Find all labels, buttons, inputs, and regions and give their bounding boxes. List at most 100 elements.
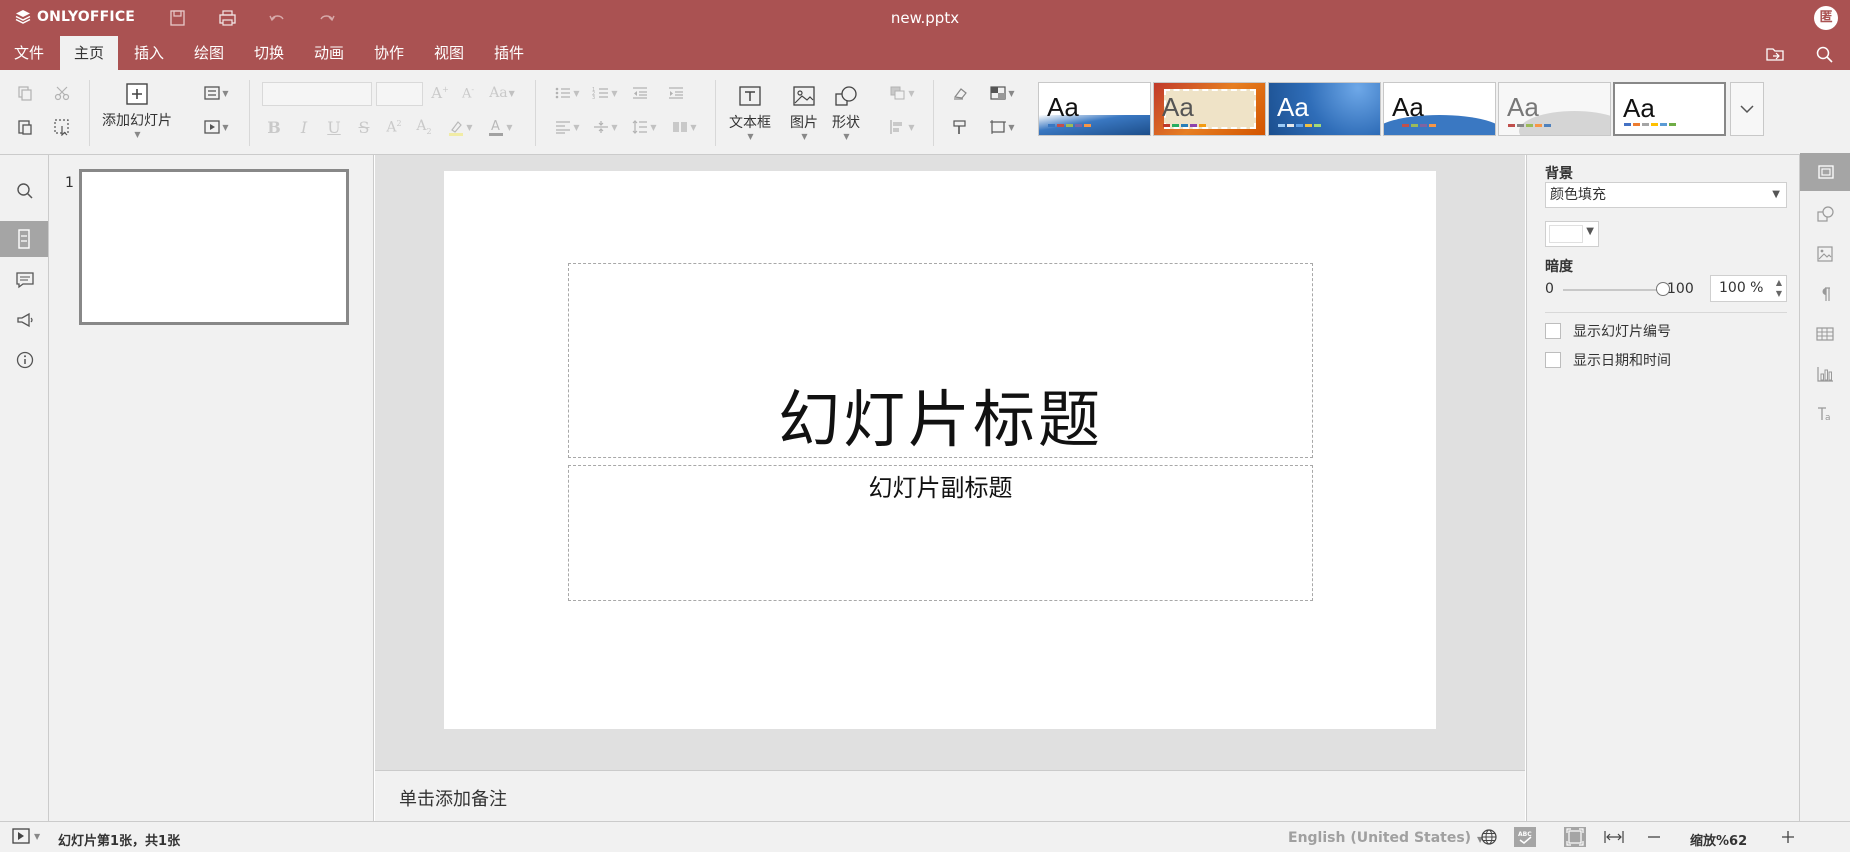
change-case-icon[interactable]: Aa ▼	[484, 82, 520, 104]
tab-view[interactable]: 视图	[420, 36, 478, 70]
background-fill-value: 颜色填充	[1550, 187, 1606, 203]
show-slide-number-checkbox[interactable]	[1545, 323, 1561, 339]
fit-slide-icon[interactable]	[1564, 827, 1586, 847]
italic-icon[interactable]: I	[292, 116, 316, 138]
status-bar: ▼ 幻灯片第1张，共1张 English (United States) ▼ A…	[0, 821, 1850, 852]
svg-text:a: a	[1825, 413, 1831, 423]
start-slideshow-button[interactable]: ▼	[196, 116, 236, 138]
slide-canvas[interactable]: 幻灯片标题 幻灯片副标题	[444, 171, 1436, 729]
slide-subtitle: 幻灯片副标题	[868, 474, 1013, 502]
theme-stamp[interactable]: Aa	[1153, 82, 1266, 136]
font-size-select[interactable]	[376, 82, 423, 106]
slides-panel-icon[interactable]	[0, 221, 48, 257]
font-color-icon[interactable]: A ▼	[482, 116, 518, 138]
add-slide-button[interactable]: 添加幻灯片 ▼	[102, 82, 172, 139]
title-placeholder[interactable]: 幻灯片标题	[568, 263, 1313, 458]
add-slide-label: 添加幻灯片	[102, 113, 172, 129]
copy-icon[interactable]	[13, 82, 37, 104]
chevron-down-icon	[1740, 105, 1754, 114]
spinner-arrows-icon[interactable]: ▲ ▼	[1776, 277, 1782, 299]
decrease-indent-icon[interactable]	[628, 82, 652, 104]
spell-check-icon[interactable]: ABC	[1514, 827, 1536, 847]
theme-label: Aa	[1623, 93, 1655, 123]
search-icon[interactable]	[12, 179, 38, 203]
image-settings-icon[interactable]	[1813, 243, 1837, 265]
tab-insert[interactable]: 插入	[120, 36, 178, 70]
copy-style-icon[interactable]	[948, 116, 972, 138]
tab-plugins[interactable]: 插件	[480, 36, 538, 70]
chart-settings-icon[interactable]	[1813, 363, 1837, 385]
show-date-time-label: 显示日期和时间	[1573, 353, 1671, 369]
superscript-icon[interactable]: A2	[382, 116, 406, 138]
shape-icon	[835, 86, 857, 106]
numbering-icon[interactable]: 1 2 3 ▼	[588, 82, 622, 104]
clear-style-icon[interactable]	[948, 82, 972, 104]
theme-blank-blue[interactable]: Aa	[1038, 82, 1151, 136]
theme-office[interactable]: Aa	[1613, 82, 1726, 136]
text-box-button[interactable]: 文本框 ▼	[729, 84, 771, 141]
shape-settings-icon[interactable]	[1813, 203, 1837, 225]
picture-button[interactable]: 图片 ▼	[790, 84, 818, 141]
theme-white-wave[interactable]: Aa	[1383, 82, 1496, 136]
slide-settings-icon[interactable]	[1800, 153, 1850, 191]
zoom-out-icon[interactable]	[1643, 827, 1665, 847]
align-shapes-icon[interactable]: ▼	[884, 116, 920, 138]
arrange-icon[interactable]: ▼	[884, 82, 920, 104]
tab-draw[interactable]: 绘图	[180, 36, 238, 70]
slide-layout-button[interactable]: ▼	[196, 82, 236, 104]
zoom-in-icon[interactable]	[1777, 827, 1799, 847]
subscript-icon[interactable]: A2	[412, 116, 436, 138]
search-icon[interactable]	[1814, 44, 1836, 64]
paragraph-settings-icon[interactable]	[1813, 283, 1837, 305]
shape-button[interactable]: 形状 ▼	[832, 84, 860, 141]
subtitle-placeholder[interactable]: 幻灯片副标题	[568, 465, 1313, 601]
info-icon[interactable]	[12, 348, 38, 372]
tab-file[interactable]: 文件	[0, 36, 58, 70]
tab-animation[interactable]: 动画	[300, 36, 358, 70]
underline-icon[interactable]: U	[322, 116, 346, 138]
table-settings-icon[interactable]	[1813, 323, 1837, 345]
text-art-settings-icon[interactable]: a	[1813, 403, 1837, 425]
align-left-icon[interactable]: ▼	[550, 116, 584, 138]
theme-gray-wave[interactable]: Aa	[1498, 82, 1611, 136]
theme-gallery-more-button[interactable]	[1730, 82, 1764, 136]
opacity-spinner[interactable]: 100 % ▲ ▼	[1710, 275, 1787, 302]
language-value: English (United States)	[1288, 830, 1472, 846]
columns-icon[interactable]: ▼	[666, 116, 702, 138]
tab-home[interactable]: 主页	[60, 36, 119, 70]
opacity-slider-track[interactable]	[1563, 289, 1663, 291]
slide-size-icon[interactable]: ▼	[984, 116, 1020, 138]
menu-bar: 文件 主页 插入 绘图 切换 动画 协作 视图 插件	[0, 36, 1850, 70]
strikethrough-icon[interactable]: S	[352, 116, 376, 138]
select-all-icon[interactable]	[50, 116, 74, 138]
color-scheme-icon[interactable]: ▼	[984, 82, 1020, 104]
background-fill-select[interactable]: 颜色填充 ▼	[1545, 182, 1787, 208]
comments-icon[interactable]	[12, 268, 38, 292]
notes-area[interactable]: 单击添加备注	[375, 770, 1525, 821]
chevron-down-icon: ▼	[1772, 189, 1780, 200]
increase-indent-icon[interactable]	[664, 82, 688, 104]
paste-icon[interactable]	[13, 116, 37, 138]
language-select[interactable]: English (United States) ▼	[1288, 830, 1483, 846]
font-size-decrease-icon[interactable]: A-	[456, 82, 480, 104]
tab-transitions[interactable]: 切换	[240, 36, 298, 70]
vertical-align-icon[interactable]: ▼	[588, 116, 622, 138]
show-date-time-checkbox[interactable]	[1545, 352, 1561, 368]
font-name-select[interactable]	[262, 82, 372, 106]
open-location-icon[interactable]	[1764, 44, 1786, 64]
user-avatar[interactable]: 匿	[1814, 6, 1838, 30]
highlight-color-icon[interactable]: ▼	[442, 116, 478, 138]
theme-blue-dots[interactable]: Aa	[1268, 82, 1381, 136]
font-size-increase-icon[interactable]: A+	[428, 82, 452, 104]
play-slideshow-button[interactable]: ▼	[12, 828, 40, 844]
globe-icon[interactable]	[1478, 827, 1500, 847]
tab-collaboration[interactable]: 协作	[360, 36, 418, 70]
fill-color-picker[interactable]: ▼	[1545, 221, 1599, 247]
fit-width-icon[interactable]	[1603, 827, 1625, 847]
cut-icon[interactable]	[50, 82, 74, 104]
bold-icon[interactable]: B	[262, 116, 286, 138]
slide-thumbnail[interactable]	[79, 169, 349, 325]
announcement-icon[interactable]	[12, 308, 38, 332]
line-spacing-icon[interactable]: ▼	[626, 116, 662, 138]
bullets-icon[interactable]: ▼	[550, 82, 584, 104]
